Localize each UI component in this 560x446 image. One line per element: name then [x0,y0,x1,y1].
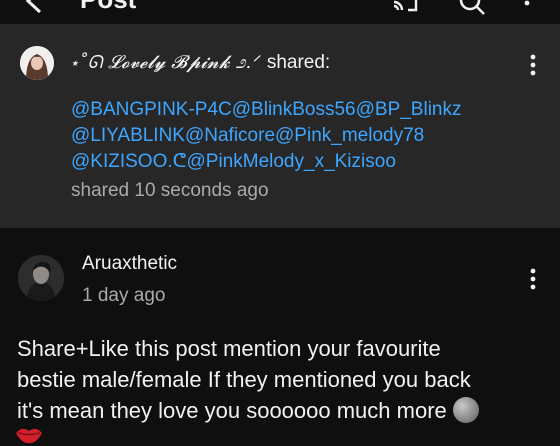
sharer-line: ⋆˚ᘏ 𝓛𝓸𝓿𝓮𝓵𝔂 𝓑𝓹𝓲𝓷𝓴 ೨.ᐟ shared: [70,52,330,74]
cast-icon[interactable] [392,0,420,14]
mention-line[interactable]: @KIZISOO.ᕦ@PinkMelody_x_Kizisoo [71,149,462,175]
search-icon[interactable] [458,0,486,16]
mentions-text: @BANGPINK-P4C@BlinkBoss56@BP_Blinkz @LIY… [71,97,462,175]
moon-emoji-icon [452,397,479,423]
page-title: Post [80,0,136,15]
sharer-name[interactable]: ⋆˚ᘏ 𝓛𝓸𝓿𝓮𝓵𝔂 𝓑𝓹𝓲𝓷𝓴 ೨.ᐟ [70,52,259,73]
post-text-line: bestie male/female If they mentioned you… [17,367,471,392]
shared-post-card[interactable]: ⋆˚ᘏ 𝓛𝓸𝓿𝓮𝓵𝔂 𝓑𝓹𝓲𝓷𝓴 ೨.ᐟ shared: @BANGPINK-P4… [0,24,560,228]
avatar-image-icon [20,46,54,80]
back-arrow-icon[interactable] [24,0,44,16]
more-vert-icon[interactable] [528,54,538,76]
post-body: Share+Like this post mention your favour… [17,333,547,426]
mention-line[interactable]: @BANGPINK-P4C@BlinkBoss56@BP_Blinkz [71,97,462,123]
post-text-line: Share+Like this post mention your favour… [17,336,441,361]
mention-line[interactable]: @LIYABLINK@Naficore@Pink_melody78 [71,123,462,149]
sharer-avatar[interactable] [20,46,54,80]
more-vert-icon[interactable] [522,0,532,10]
post-timestamp: 1 day ago [82,285,166,306]
author-name[interactable]: Aruaxthetic [82,253,177,275]
shared-label: shared: [266,52,331,73]
shared-timestamp: shared 10 seconds ago [71,180,269,201]
author-avatar[interactable] [18,255,64,301]
avatar-image-icon [18,255,64,301]
lips-emoji-icon [16,428,42,444]
post-text-line: it's mean they love you soooooo much mor… [17,395,547,426]
more-vert-icon[interactable] [528,268,538,290]
top-app-bar: Post [0,0,560,24]
